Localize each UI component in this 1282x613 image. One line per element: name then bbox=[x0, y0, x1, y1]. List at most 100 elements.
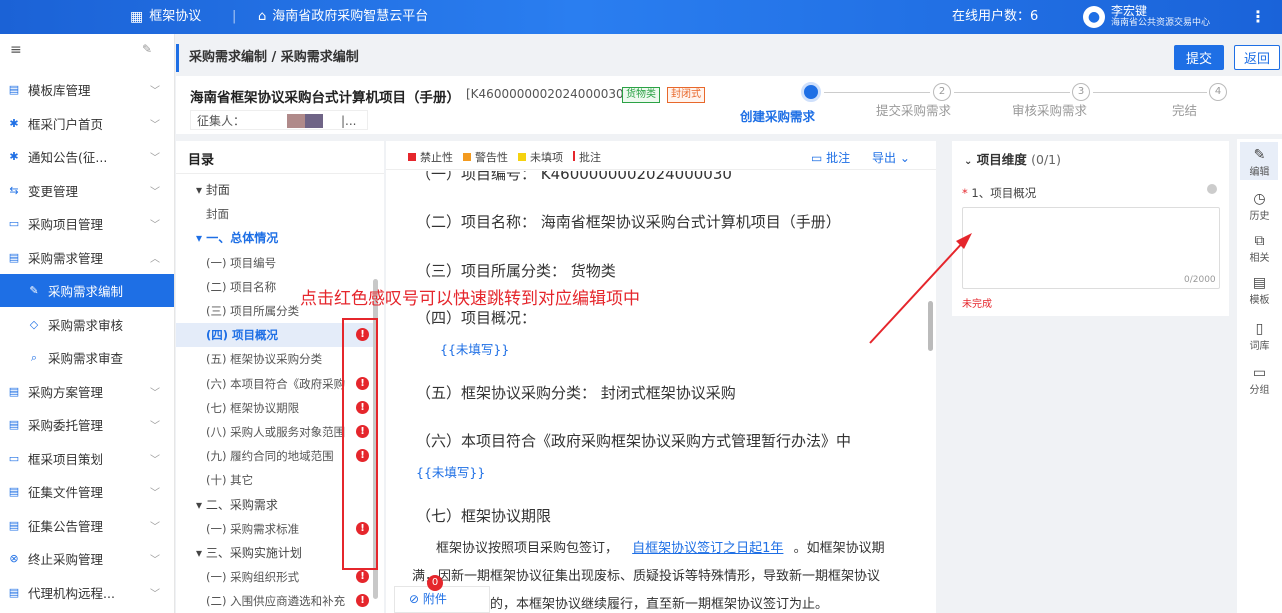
grid-icon: ✱ bbox=[9, 150, 19, 163]
sidebar-item[interactable]: ⇆ 变更管理 ﹀ bbox=[0, 174, 174, 207]
toc-item[interactable]: (二) 入围供应商遴选和补充...! bbox=[176, 589, 376, 613]
legend-item: 批注 bbox=[573, 149, 601, 165]
platform-name: 海南省政府采购智慧云平台 bbox=[272, 9, 429, 24]
history-tool[interactable]: ◷ 历史 bbox=[1237, 191, 1282, 222]
legend-item: 禁止性 bbox=[408, 149, 453, 165]
chevron-up-icon: ︿ bbox=[150, 253, 160, 265]
sidebar-item[interactable]: ◇ 采购需求审核 bbox=[0, 308, 174, 341]
sidebar-item[interactable]: ▤ 征集公告管理 ﹀ bbox=[0, 509, 174, 542]
grid-icon: ▦ bbox=[130, 9, 144, 25]
step-3-label: 审核采购需求 bbox=[1012, 103, 1088, 118]
legend: 禁止性 警告性 未填项 批注 bbox=[408, 149, 601, 165]
doc-line-overview: （四）项目概况： bbox=[416, 309, 537, 327]
related-icon: ⧉ bbox=[1254, 233, 1265, 249]
comment-button[interactable]: ▭ 批注 bbox=[811, 149, 850, 166]
toc-item-label: (一) 采购组织形式 bbox=[206, 570, 300, 585]
sidebar-item[interactable]: ▤ 征集文件管理 ﹀ bbox=[0, 475, 174, 508]
submit-button[interactable]: 提交 bbox=[1174, 45, 1224, 70]
vertical-dots-icon[interactable]: ⋮ bbox=[1250, 0, 1266, 34]
toc-item-label: (七) 框架协议期限 bbox=[206, 400, 300, 415]
toc-item-label: (六) 本项目符合《政府采购... bbox=[206, 376, 346, 391]
document-editor: 禁止性 警告性 未填项 批注 ▭ 批注 导出 ⌄ （一）项目编号： K46000… bbox=[386, 141, 936, 613]
sidebar-item[interactable]: ▤ 采购方案管理 ﹀ bbox=[0, 375, 174, 408]
term-link[interactable]: 自框架协议签订之日起1年 bbox=[632, 541, 783, 556]
toc-item[interactable]: ▾ 封面 bbox=[176, 178, 376, 202]
category-tag: 货物类 bbox=[622, 87, 660, 103]
toc-item-label: (一) 采购需求标准 bbox=[206, 521, 300, 536]
sidebar-item[interactable]: ▤ 代理机构远程... ﹀ bbox=[0, 576, 174, 609]
doc-line-category: （三）项目所属分类： 货物类 bbox=[416, 262, 616, 280]
document-icon: ▤ bbox=[8, 585, 20, 599]
toc-item-label: (十) 其它 bbox=[206, 473, 254, 488]
change-icon: ⇆ bbox=[9, 183, 19, 197]
paperclip-icon: ⊘ bbox=[409, 592, 420, 606]
highlight-box bbox=[342, 318, 378, 570]
sidebar-item[interactable]: ▤ 采购需求管理 ︿ bbox=[0, 241, 174, 274]
step-active-icon bbox=[801, 82, 821, 102]
document-icon: ▤ bbox=[8, 418, 20, 431]
unfilled-placeholder[interactable]: {{未填写}} bbox=[440, 339, 509, 358]
attachment-button[interactable]: ⊘ 附件 0 bbox=[394, 575, 490, 613]
home-icon: ⌂ bbox=[258, 9, 267, 24]
sidebar-item[interactable]: ▤ 模板库管理 ﹀ bbox=[0, 73, 174, 106]
related-tool[interactable]: ⧉ 相关 bbox=[1237, 233, 1282, 264]
chevron-down-icon: ﹀ bbox=[150, 86, 160, 97]
char-counter: 0/2000 bbox=[1184, 275, 1216, 285]
export-dropdown[interactable]: 导出 ⌄ bbox=[872, 149, 910, 166]
template-tool[interactable]: ▤ 模板 bbox=[1237, 275, 1282, 306]
doc-line-term: （七）框架协议期限 bbox=[416, 507, 552, 525]
toc-item-label: 封面 bbox=[206, 207, 229, 222]
doc-paragraph: 签订的，本框架协议继续履行，直至新一期框架协议签订为止。 bbox=[464, 597, 829, 612]
sidebar-item[interactable]: ✱ 框采门户首页 ﹀ bbox=[0, 107, 174, 140]
section-header[interactable]: ⌄ 项目维度 (0/1) bbox=[964, 149, 1061, 168]
warning-icon[interactable]: ! bbox=[356, 570, 369, 584]
redacted-block bbox=[287, 114, 305, 128]
sidebar-item-label: 代理机构远程... bbox=[28, 585, 115, 601]
user-menu[interactable]: ● 李宏键 海南省公共资源交易中心 bbox=[1083, 0, 1210, 34]
top-bar: ▦ 框架协议 | ⌂ 海南省政府采购智慧云平台 在线用户数：6 ● 李宏键 海南… bbox=[0, 0, 1282, 34]
chevron-down-icon: ﹀ bbox=[150, 186, 160, 198]
platform-home[interactable]: ⌂ 海南省政府采购智慧云平台 bbox=[258, 0, 428, 34]
toc-item[interactable]: 封面 bbox=[176, 202, 376, 226]
attachment-count-badge: 0 bbox=[427, 575, 443, 591]
sidebar-item[interactable]: ⌕ 采购需求审查 bbox=[0, 341, 174, 374]
document-icon: ▤ bbox=[8, 250, 20, 264]
sidebar-item-label: 采购需求编制 bbox=[48, 284, 124, 299]
sidebar-item[interactable]: ▭ 框采项目策划 ﹀ bbox=[0, 442, 174, 475]
doc-line-project-name: （二）项目名称： 海南省框架协议采购台式计算机项目（手册） bbox=[416, 213, 841, 231]
divider: | bbox=[232, 9, 237, 24]
sidebar-item[interactable]: ▭ 采购项目管理 ﹀ bbox=[0, 207, 174, 240]
review-icon: ⌕ bbox=[30, 350, 38, 364]
right-toolbar: ✎ 编辑 ◷ 历史 ⧉ 相关 ▤ 模板 ▯ 词库 ▭ 分组 bbox=[1237, 139, 1282, 613]
collector-label: 征集人： bbox=[197, 114, 246, 128]
sidebar-item[interactable]: ⊗ 终止采购管理 ﹀ bbox=[0, 542, 174, 575]
edit-tool[interactable]: ✎ 编辑 bbox=[1237, 147, 1282, 178]
overview-textarea[interactable] bbox=[962, 207, 1220, 289]
chevron-down-icon: ﹀ bbox=[150, 387, 160, 399]
history-icon: ◷ bbox=[1253, 191, 1266, 207]
lexicon-tool[interactable]: ▯ 词库 bbox=[1237, 321, 1282, 352]
warning-icon[interactable]: ! bbox=[356, 594, 369, 608]
back-button[interactable]: 返回 bbox=[1234, 45, 1280, 70]
toc-item[interactable]: ▾ 一、总体情况 bbox=[176, 226, 376, 250]
check-icon bbox=[1207, 184, 1217, 194]
step-3-circle: 3 bbox=[1072, 83, 1090, 101]
sidebar-item[interactable]: ▤ 采购委托管理 ﹀ bbox=[0, 408, 174, 441]
legend-item: 警告性 bbox=[463, 149, 508, 165]
sidebar-item[interactable]: ✎ 采购需求编制 bbox=[0, 274, 174, 307]
pin-icon[interactable]: ✎ bbox=[142, 42, 152, 56]
folder-icon: ▭ bbox=[8, 451, 20, 465]
step-connector bbox=[954, 92, 1070, 93]
unfilled-placeholder[interactable]: {{未填写}} bbox=[416, 462, 485, 481]
app-switch[interactable]: ▦ 框架协议 bbox=[130, 0, 201, 34]
sidebar-item[interactable]: ✱ 通知公告(征... ﹀ bbox=[0, 140, 174, 173]
sidebar-item-label: 终止采购管理 bbox=[28, 552, 104, 567]
diamond-icon: ◇ bbox=[29, 317, 39, 331]
menu-icon[interactable]: ≡ bbox=[10, 42, 22, 58]
sidebar-item-label: 征集公告管理 bbox=[28, 518, 104, 534]
project-title: 海南省框架协议采购台式计算机项目（手册） bbox=[190, 90, 460, 106]
toc-item[interactable]: (一) 项目编号 bbox=[176, 251, 376, 275]
group-tool[interactable]: ▭ 分组 bbox=[1237, 365, 1282, 396]
user-name: 李宏键 bbox=[1111, 4, 1148, 18]
document-icon: ▤ bbox=[8, 485, 20, 498]
